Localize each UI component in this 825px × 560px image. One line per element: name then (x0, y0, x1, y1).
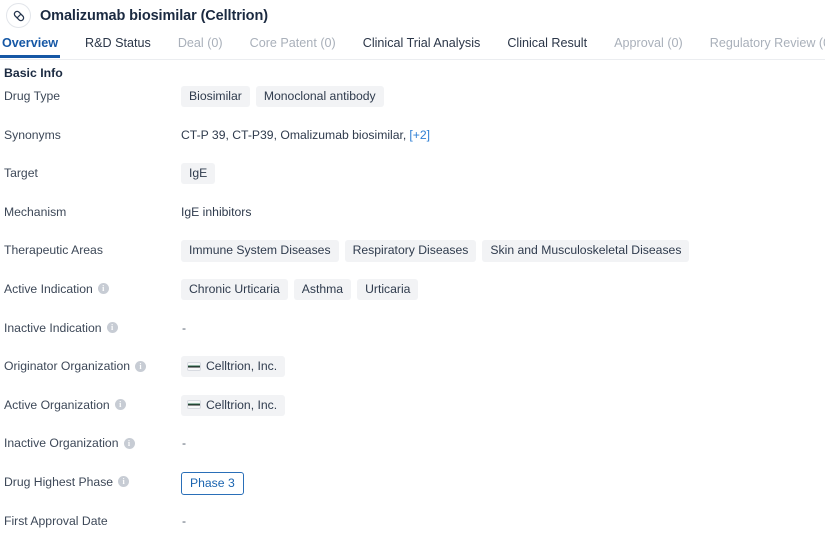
tag-respiratory-diseases[interactable]: Respiratory Diseases (345, 240, 477, 261)
label-text: Synonyms (4, 128, 61, 142)
tag-ige[interactable]: IgE (181, 163, 215, 184)
label-originator-organization: Originator Organization i (0, 354, 181, 373)
label-text: Therapeutic Areas (4, 243, 103, 257)
row-synonyms: Synonyms CT-P 39, CT-P39, Omalizumab bio… (0, 123, 825, 162)
label-text: Active Organization (4, 398, 110, 412)
tag-skin-and-musculoskeletal-diseases[interactable]: Skin and Musculoskeletal Diseases (482, 240, 689, 261)
value-inactive-organization: - (181, 431, 825, 450)
row-active-organization: Active Organization i Celltrion, Inc. (0, 393, 825, 432)
label-active-indication: Active Indication i (0, 277, 181, 296)
synonyms-more-link[interactable]: [+2] (409, 128, 430, 142)
label-synonyms: Synonyms (0, 123, 181, 142)
row-inactive-organization: Inactive Organization i - (0, 431, 825, 470)
label-text: Inactive Indication (4, 321, 102, 335)
label-text: Originator Organization (4, 359, 130, 373)
row-target: Target IgE (0, 161, 825, 200)
label-text: Inactive Organization (4, 436, 119, 450)
country-flag-icon (187, 362, 201, 371)
value-originator-organization: Celltrion, Inc. (181, 354, 825, 377)
country-flag-icon (187, 400, 201, 409)
tab-rd-status[interactable]: R&D Status (85, 31, 151, 58)
synonyms-text: CT-P 39, CT-P39, Omalizumab biosimilar, (181, 128, 406, 142)
organization-name: Celltrion, Inc. (206, 399, 277, 411)
label-inactive-indication: Inactive Indication i (0, 316, 181, 335)
tab-bar: Overview R&D Status Deal (0) Core Patent… (0, 31, 825, 60)
tab-deal[interactable]: Deal (0) (178, 31, 223, 58)
label-drug-type: Drug Type (0, 84, 181, 103)
page-header: Omalizumab biosimilar (Celltrion) (0, 0, 825, 31)
value-drug-type: Biosimilar Monoclonal antibody (181, 84, 825, 107)
value-inactive-indication: - (181, 316, 825, 335)
tag-active-organization[interactable]: Celltrion, Inc. (181, 395, 285, 416)
label-text: First Approval Date (4, 514, 108, 528)
info-icon[interactable]: i (124, 438, 135, 449)
info-icon[interactable]: i (107, 322, 118, 333)
tag-monoclonal-antibody[interactable]: Monoclonal antibody (256, 86, 384, 107)
pill-icon (6, 3, 31, 28)
row-inactive-indication: Inactive Indication i - (0, 316, 825, 355)
info-icon[interactable]: i (115, 399, 126, 410)
tab-approval[interactable]: Approval (0) (614, 31, 683, 58)
row-drug-highest-phase: Drug Highest Phase i Phase 3 (0, 470, 825, 509)
first-approval-date-text: - (181, 511, 186, 528)
inactive-indication-text: - (181, 318, 186, 335)
value-active-organization: Celltrion, Inc. (181, 393, 825, 416)
organization-name: Celltrion, Inc. (206, 360, 277, 372)
label-text: Active Indication (4, 282, 93, 296)
row-drug-type: Drug Type Biosimilar Monoclonal antibody (0, 84, 825, 123)
tag-chronic-urticaria[interactable]: Chronic Urticaria (181, 279, 288, 300)
tag-urticaria[interactable]: Urticaria (357, 279, 418, 300)
label-therapeutic-areas: Therapeutic Areas (0, 238, 181, 257)
tab-overview[interactable]: Overview (2, 31, 58, 58)
label-drug-highest-phase: Drug Highest Phase i (0, 470, 181, 489)
label-text: Mechanism (4, 205, 66, 219)
tab-regulatory-review[interactable]: Regulatory Review (0) (710, 31, 825, 58)
label-text: Drug Type (4, 89, 60, 103)
label-first-approval-date: First Approval Date (0, 509, 181, 528)
tag-originator-organization[interactable]: Celltrion, Inc. (181, 356, 285, 377)
value-target: IgE (181, 161, 825, 184)
inactive-organization-text: - (181, 433, 186, 450)
tab-clinical-result[interactable]: Clinical Result (507, 31, 587, 58)
basic-info-rows: Drug Type Biosimilar Monoclonal antibody… (0, 80, 825, 547)
row-originator-organization: Originator Organization i Celltrion, Inc… (0, 354, 825, 393)
row-active-indication: Active Indication i Chronic Urticaria As… (0, 277, 825, 316)
label-active-organization: Active Organization i (0, 393, 181, 412)
value-therapeutic-areas: Immune System Diseases Respiratory Disea… (181, 238, 825, 261)
tag-immune-system-diseases[interactable]: Immune System Diseases (181, 240, 339, 261)
status-badge-phase[interactable]: Phase 3 (181, 472, 244, 495)
label-target: Target (0, 161, 181, 180)
info-icon[interactable]: i (135, 361, 146, 372)
tag-asthma[interactable]: Asthma (294, 279, 351, 300)
page-title: Omalizumab biosimilar (Celltrion) (40, 8, 268, 24)
value-active-indication: Chronic Urticaria Asthma Urticaria (181, 277, 825, 300)
label-inactive-organization: Inactive Organization i (0, 431, 181, 450)
mechanism-text: IgE inhibitors (181, 202, 251, 219)
value-synonyms: CT-P 39, CT-P39, Omalizumab biosimilar,[… (181, 123, 825, 142)
label-text: Drug Highest Phase (4, 475, 113, 489)
value-drug-highest-phase: Phase 3 (181, 470, 825, 495)
label-text: Target (4, 166, 38, 180)
row-mechanism: Mechanism IgE inhibitors (0, 200, 825, 239)
info-icon[interactable]: i (98, 283, 109, 294)
tab-core-patent[interactable]: Core Patent (0) (250, 31, 336, 58)
tab-clinical-trial-analysis[interactable]: Clinical Trial Analysis (363, 31, 481, 58)
info-icon[interactable]: i (118, 476, 129, 487)
value-first-approval-date: - (181, 509, 825, 528)
row-first-approval-date: First Approval Date - (0, 509, 825, 548)
tag-biosimilar[interactable]: Biosimilar (181, 86, 250, 107)
value-mechanism: IgE inhibitors (181, 200, 825, 219)
section-title-basic-info: Basic Info (0, 60, 825, 80)
synonyms-list: CT-P 39, CT-P39, Omalizumab biosimilar,[… (181, 125, 430, 142)
row-therapeutic-areas: Therapeutic Areas Immune System Diseases… (0, 238, 825, 277)
label-mechanism: Mechanism (0, 200, 181, 219)
